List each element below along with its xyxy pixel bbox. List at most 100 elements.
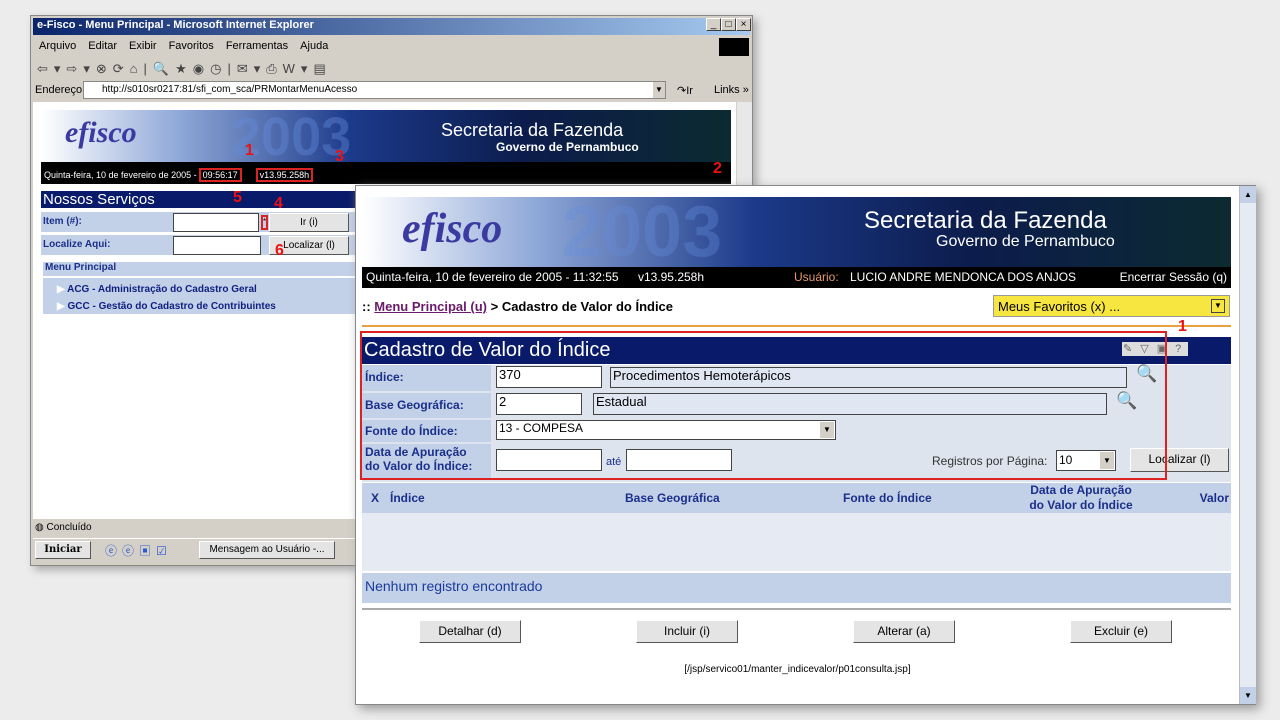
item-asterisk: * [261,215,268,230]
banner: efisco 2003 Secretaria da Fazenda Govern… [362,192,1231,272]
divider [362,608,1231,610]
favorites-icon[interactable]: ★ [175,61,193,76]
expand-arrow-icon: ▶ [57,284,68,295]
annotation-2: 2 [713,160,722,177]
detalhar-button[interactable]: Detalhar (d) [419,620,521,643]
find-input[interactable] [173,236,261,255]
menu-favoritos[interactable]: Favoritos [169,40,214,52]
menu-editar[interactable]: Editar [88,40,117,52]
address-bar[interactable]: http://s010sr0217:81/sfi_com_sca/PRMonta… [83,81,666,99]
status-text: Concluído [46,522,92,533]
word-icon[interactable]: W▾ [283,61,314,76]
menu-item-gcc[interactable]: ▶ GCC - Gestão do Cadastro de Contribuin… [57,298,361,315]
scroll-down-icon[interactable]: ▼ [1240,687,1256,704]
address-text: http://s010sr0217:81/sfi_com_sca/PRMonta… [102,84,358,95]
version-text: v13.95.258h [255,168,314,182]
annotation-1: 1 [1178,318,1187,335]
stop-icon[interactable]: ⊗ [96,61,113,76]
banner-subtitle: Governo de Pernambuco [936,233,1115,250]
mail-icon[interactable]: ✉▾ [237,61,266,76]
start-button[interactable]: Iniciar [35,541,91,559]
col-indice[interactable]: Índice [390,491,425,505]
home-icon[interactable]: ⌂ [130,61,144,76]
empty-message: Nenhum registro encontrado [362,573,1231,603]
menu-exibir[interactable]: Exibir [129,40,157,52]
breadcrumb: :: Menu Principal (u) > Cadastro de Valo… [362,299,673,314]
item-input[interactable] [173,213,259,232]
divider [362,325,1231,327]
refresh-icon[interactable]: ⟳ [113,61,130,76]
help-icon[interactable]: ? [1174,342,1189,356]
address-label: Endereço [35,84,83,96]
banner-title: Secretaria da Fazenda [864,207,1107,234]
banner-subtitle: Governo de Pernambuco [496,140,639,154]
ir-button[interactable]: Ir (i) [269,213,349,232]
menu-ajuda[interactable]: Ajuda [300,40,328,52]
date-text: Quinta-feira, 10 de fevereiro de 2005 - … [366,270,619,284]
annotation-1: 1 [245,142,254,159]
links-button[interactable]: Links » [714,84,749,96]
menu-arquivo[interactable]: Arquivo [39,40,76,52]
window-title: e-Fisco - Menu Principal - Microsoft Int… [37,19,314,31]
search-icon[interactable]: 🔍 [153,61,175,76]
menu-item-label: ACG - Administração do Cadastro Geral [67,284,257,295]
menu-bar: Arquivo Editar Exibir Favoritos Ferramentas A… [39,40,340,52]
info-bar: Quinta-feira, 10 de fevereiro de 2005 - … [362,267,1231,288]
table-header: X Índice Base Geográfica Fonte do Índice… [362,483,1231,513]
menu-item-acg[interactable]: ▶ ACG - Administração do Cadastro Geral [57,281,361,298]
user-name: LUCIO ANDRE MENDONCA DOS ANJOS [850,270,1077,284]
annotation-4: 4 [274,195,283,212]
back-icon[interactable]: ⇦▾ [37,61,66,76]
close-button[interactable]: × [736,18,751,31]
efisco-logo: efisco [65,116,137,149]
quicklaunch-icons[interactable]: ⓔⓔ▣☑ [105,542,172,559]
favorites-dropdown[interactable]: Meus Favoritos (x) ... ▼ [993,295,1230,317]
windows-logo-icon [719,38,749,56]
banner: efisco 2003 Secretaria da Fazenda Govern… [41,107,731,167]
alterar-button[interactable]: Alterar (a) [853,620,955,643]
col-data-line2: do Valor do Índice [1029,498,1133,512]
address-dropdown-icon[interactable]: ▼ [653,82,665,98]
col-fonte[interactable]: Fonte do Índice [843,491,932,505]
time-text: 09:56:17 [198,168,242,182]
menu-ferramentas[interactable]: Ferramentas [226,40,288,52]
annotation-highlight [360,331,1167,480]
chevron-down-icon: ▼ [1211,299,1225,313]
breadcrumb-prefix: :: [362,299,371,314]
go-button[interactable]: ↷Ir [677,84,693,97]
minimize-button[interactable]: _ [706,18,721,31]
annotation-5: 5 [233,189,242,206]
toolbar: ⇦▾⇨▾⊗⟳⌂|🔍★◉◷|✉▾⎙W▾▤ [37,61,332,76]
breadcrumb-current: Cadastro de Valor do Índice [501,299,674,314]
menu-title: Menu Principal [43,262,361,276]
notes-icon[interactable]: ▤ [313,61,331,76]
col-base[interactable]: Base Geográfica [625,491,720,505]
annotation-3: 3 [335,148,344,165]
col-data[interactable]: Data de Apuração do Valor do Índice [1017,483,1145,513]
services-title: Nossos Serviços [41,191,361,208]
jsp-path: [/jsp/servico01/manter_indicevalor/p01co… [684,664,911,675]
taskbar-item[interactable]: Mensagem ao Usuário -... [199,541,335,559]
logout-link[interactable]: Encerrar Sessão (q) [1120,270,1227,284]
banner-year: 2003 [562,192,723,272]
menu-item-label: GCC - Gestão do Cadastro de Contribuinte… [67,301,276,312]
front-browser-window: efisco 2003 Secretaria da Fazenda Govern… [355,185,1256,705]
date-text: Quinta-feira, 10 de fevereiro de 2005 - [44,170,197,180]
col-valor[interactable]: Valor [1200,491,1229,505]
breadcrumb-home-link[interactable]: Menu Principal (u) [374,299,487,314]
history-icon[interactable]: ◷ [210,61,227,76]
user-label: Usuário: [794,270,839,284]
favorites-label: Meus Favoritos (x) ... [998,299,1121,314]
print-icon[interactable]: ⎙ [266,61,282,76]
scroll-up-icon[interactable]: ▲ [1240,186,1256,203]
maximize-button[interactable]: □ [721,18,736,31]
col-x: X [371,491,380,505]
media-icon[interactable]: ◉ [193,61,210,76]
excluir-button[interactable]: Excluir (e) [1070,620,1172,643]
front-scrollbar[interactable]: ▲ ▼ [1239,186,1256,704]
incluir-button[interactable]: Incluir (i) [636,620,738,643]
forward-icon[interactable]: ⇨▾ [66,61,95,76]
version-text: v13.95.258h [637,270,705,284]
table-body [362,513,1231,571]
title-bar: e-Fisco - Menu Principal - Microsoft Int… [33,18,750,35]
